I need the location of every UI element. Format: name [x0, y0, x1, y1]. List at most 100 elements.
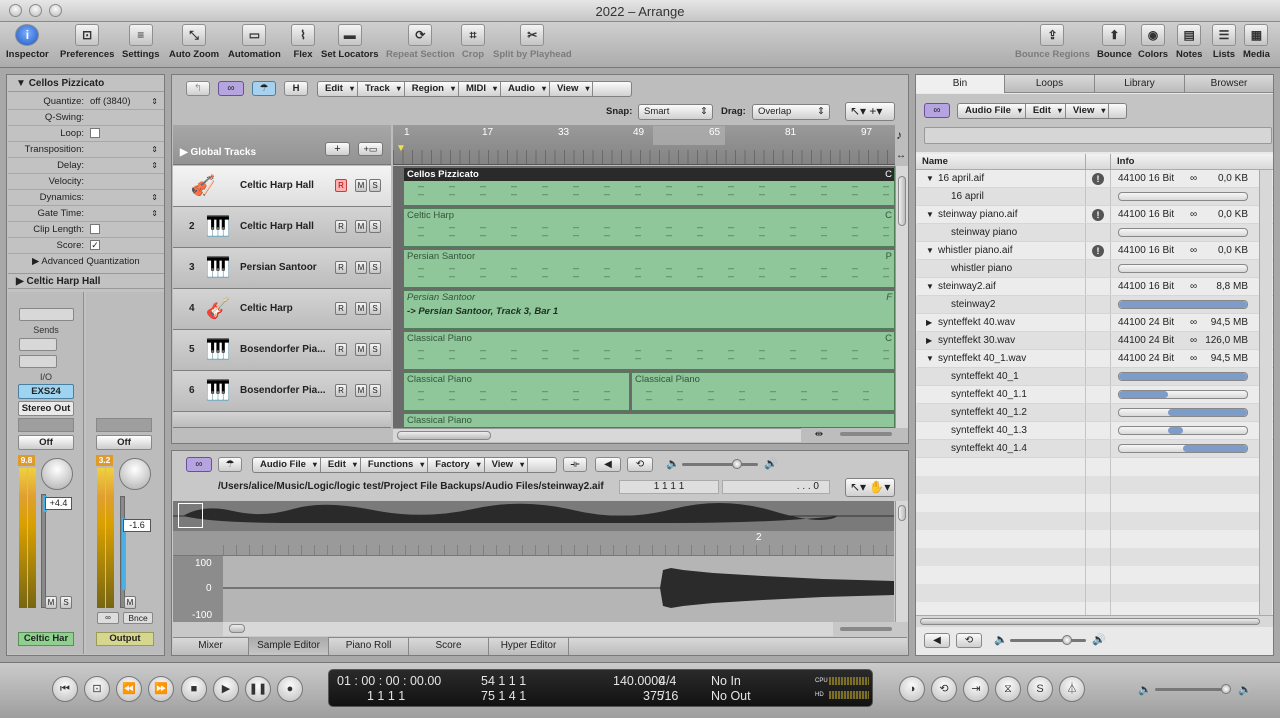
tab-browser[interactable]: Browser	[1185, 75, 1273, 93]
arrange-horizontal-scrollbar[interactable]	[393, 428, 801, 442]
division[interactable]: /16	[661, 689, 678, 703]
bin-region-row[interactable]: steinway2	[917, 296, 1273, 314]
record-enable-button[interactable]: R	[335, 343, 347, 356]
repeat-section-button[interactable]: ⟳ Repeat Section	[386, 24, 455, 60]
track-header[interactable]	[173, 412, 391, 428]
playhead-marker-icon[interactable]: ▼	[396, 143, 406, 154]
region-inspector-header[interactable]: ▼ Cellos Pizzicato	[8, 76, 164, 92]
master-volume-slider[interactable]	[1155, 684, 1231, 694]
dynamics-row[interactable]: Dynamics: ⇕	[8, 190, 164, 206]
midi-region[interactable]: Persian Santoor P	[403, 249, 895, 288]
track-header[interactable]: 3 🎹 Persian Santoor R M S	[173, 248, 391, 289]
advanced-quantization-toggle[interactable]: ▶ Advanced Quantization	[32, 255, 140, 269]
pointer-tool-icon[interactable]: ↖▾	[850, 480, 866, 494]
bin-file-row[interactable]: ▶ synteffekt 40.wav 44100 24 Bit ∞ 94,5 MB	[917, 314, 1273, 332]
mute-button[interactable]: M	[355, 343, 367, 356]
waveform-overview[interactable]	[173, 501, 894, 531]
sample-vertical-scrollbar[interactable]	[895, 501, 908, 622]
solo-button[interactable]: S	[369, 343, 381, 356]
bin-file-row[interactable]: ▼ whistler piano.aif! 44100 16 Bit ∞ 0,0 KB	[917, 242, 1273, 260]
tab-mixer[interactable]: Mixer	[173, 637, 249, 655]
bin-region-row[interactable]: synteffekt 40_1.1	[917, 386, 1273, 404]
name-column-header[interactable]: Name	[922, 154, 948, 169]
midi-region[interactable]: Cellos Pizzicato C	[403, 167, 895, 206]
instrument-slot[interactable]: EXS24	[18, 384, 74, 399]
flex-button[interactable]: ⌇ Flex	[291, 24, 315, 60]
arrange-track-menu[interactable]: Track	[358, 82, 405, 96]
solo-button-1[interactable]: S	[60, 596, 72, 609]
pointer-tool-icon[interactable]: ↖▾	[850, 104, 866, 118]
mute-button[interactable]: M	[355, 179, 367, 192]
velocity-row[interactable]: Velocity:	[8, 174, 164, 190]
play-icon[interactable]: ▶	[213, 676, 239, 702]
record-enable-button[interactable]: R	[335, 179, 347, 192]
q-swing-row[interactable]: Q-Swing:	[8, 110, 164, 126]
bin-region-row[interactable]: 16 april	[917, 188, 1273, 206]
drag-select[interactable]: Overlap ⇕	[752, 104, 830, 120]
cycle-icon[interactable]: ⟲	[931, 676, 957, 702]
bin-vertical-scrollbar[interactable]	[1259, 170, 1272, 615]
go-to-start-icon[interactable]: ⏮	[52, 676, 78, 702]
bin-preview-volume-slider[interactable]	[1010, 635, 1086, 645]
bin-file-row[interactable]: ▶ synteffekt 30.wav 44100 24 Bit ∞ 126,0 MB	[917, 332, 1273, 350]
insert-slot[interactable]	[19, 308, 74, 321]
bin-edit-menu[interactable]: Edit	[1026, 104, 1066, 118]
note-icon[interactable]: ♪	[896, 128, 902, 142]
inspector-button[interactable]: i Inspector	[6, 24, 49, 60]
arrange-audio-menu[interactable]: Audio	[501, 82, 550, 96]
arrange-edit-menu[interactable]: Edit	[318, 82, 358, 96]
bin-file-row[interactable]: ▼ steinway piano.aif! 44100 16 Bit ∞ 0,0 KB	[917, 206, 1273, 224]
quantize-row[interactable]: Quantize: off (3840) ⇕	[8, 94, 164, 110]
arrange-vertical-scrollbar[interactable]	[895, 166, 908, 428]
catch-mode-icon[interactable]: ☂	[218, 457, 242, 472]
midi-region[interactable]: Celtic Harp C	[403, 208, 895, 247]
add-track-button[interactable]: +	[325, 142, 350, 156]
bin-view-menu[interactable]: View	[1066, 104, 1110, 118]
zoom-width-icon[interactable]: ⇹	[805, 428, 833, 442]
transposition-row[interactable]: Transposition: ⇕	[8, 142, 164, 158]
track-header[interactable]: 🎻 Celtic Harp Hall R M S	[173, 166, 391, 207]
sample-horizontal-scrollbar[interactable]	[223, 622, 833, 636]
scrub-icon[interactable]: ⟛	[563, 457, 587, 472]
media-button[interactable]: ▦ Media	[1243, 24, 1270, 60]
tab-piano-roll[interactable]: Piano Roll	[329, 637, 409, 655]
bin-region-row[interactable]: synteffekt 40_1	[917, 368, 1273, 386]
bin-region-row[interactable]: whistler piano	[917, 260, 1273, 278]
bin-audio-file-menu[interactable]: Audio File	[958, 104, 1026, 118]
waveform-display[interactable]	[223, 556, 894, 622]
channel-name-1[interactable]: Celtic Har	[18, 632, 74, 646]
autopunch-icon[interactable]: ⇥	[963, 676, 989, 702]
link-mode-icon[interactable]: ∞	[924, 103, 950, 118]
tab-score[interactable]: Score	[409, 637, 489, 655]
tab-hyper-editor[interactable]: Hyper Editor	[489, 637, 569, 655]
tab-library[interactable]: Library	[1095, 75, 1185, 93]
automation-mode-2[interactable]: Off	[96, 435, 152, 450]
output-slot[interactable]: Stereo Out	[18, 401, 74, 416]
notes-button[interactable]: ▤ Notes	[1176, 24, 1202, 60]
colors-button[interactable]: ◉ Colors	[1138, 24, 1168, 60]
pencil-tool-icon[interactable]: +▾	[869, 104, 882, 118]
bin-loop-icon[interactable]: ⟲	[956, 633, 982, 648]
catch-mode-icon[interactable]: ☂	[252, 81, 276, 96]
midi-region[interactable]: Classical Piano	[403, 372, 630, 411]
send-slot-2[interactable]	[19, 355, 57, 368]
disclosure-triangle-icon[interactable]: ▼	[926, 242, 934, 260]
bin-region-row[interactable]: synteffekt 40_1.4	[917, 440, 1273, 458]
solo-button[interactable]: S	[369, 384, 381, 397]
low-latency-icon[interactable]: ◑	[899, 676, 925, 702]
tab-sample-editor[interactable]: Sample Editor	[249, 637, 329, 655]
clip-length-checkbox[interactable]	[90, 224, 100, 235]
info-column-header[interactable]: Info	[1117, 154, 1134, 169]
solo-mode-icon[interactable]: S	[1027, 676, 1053, 702]
bounce-regions-button[interactable]: ⇪ Bounce Regions	[1015, 24, 1090, 60]
link-mode-icon[interactable]: ∞	[218, 81, 244, 96]
set-locators-button[interactable]: ▬ Set Locators	[321, 24, 379, 60]
lists-button[interactable]: ☰ Lists	[1212, 24, 1236, 60]
mute-button[interactable]: M	[355, 384, 367, 397]
mute-button[interactable]: M	[355, 302, 367, 315]
score-row[interactable]: Score: ✓	[8, 238, 164, 254]
record-enable-button[interactable]: R	[335, 384, 347, 397]
loop-icon[interactable]: ⟲	[627, 457, 653, 472]
rewind-icon[interactable]: ⏪	[116, 676, 142, 702]
functions-menu[interactable]: Functions	[361, 458, 429, 472]
